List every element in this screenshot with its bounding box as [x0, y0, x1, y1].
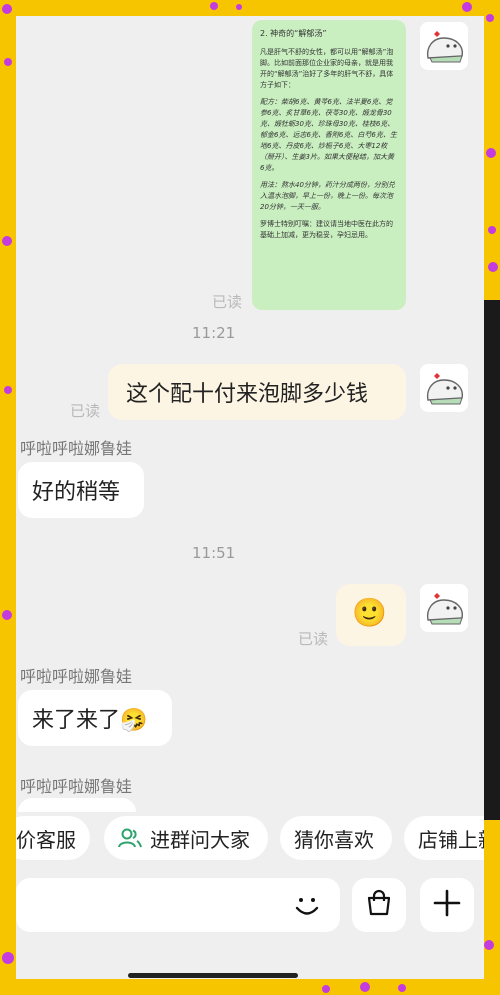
chip-join-group[interactable]: 进群问大家: [104, 816, 268, 860]
chip-guess-you-like[interactable]: 猜你喜欢: [280, 816, 392, 860]
decor-dot: [2, 952, 14, 964]
input-bar: [16, 878, 484, 934]
outgoing-emoji-message[interactable]: 🙂: [336, 584, 406, 646]
more-button[interactable]: [420, 878, 474, 932]
shopping-bag-icon: [364, 888, 394, 922]
doc-formula: 配方：柴胡6克、黄芩6克、法半夏6克、党参6克、炙甘草6克、茯苓30克、煅龙骨3…: [260, 98, 397, 172]
decor-dot: [322, 985, 330, 993]
timestamp: 11:51: [192, 544, 236, 562]
message-input[interactable]: [16, 878, 340, 932]
chip-label: 价客服: [16, 827, 76, 852]
chat-screen: 2. 神奇的“解郁汤” 凡是肝气不舒的女性，都可以用“解郁汤”泡脚。比如前面那位…: [16, 16, 484, 979]
decor-dot: [486, 14, 494, 22]
sender-name: 呼啦呼啦娜鲁娃: [20, 777, 133, 796]
decor-dot: [462, 2, 472, 12]
incoming-message-partial[interactable]: [18, 798, 136, 812]
decor-dot: [488, 262, 498, 272]
quick-actions-row: 价客服 进群问大家 猜你喜欢 店铺上新: [16, 816, 484, 862]
read-receipt: 已读: [298, 630, 329, 648]
read-receipt: 已读: [212, 293, 243, 311]
group-icon: [118, 827, 142, 849]
decor-dot: [210, 2, 218, 10]
timestamp: 11:21: [192, 324, 236, 342]
decor-dot: [2, 236, 12, 246]
incoming-message[interactable]: 好的稍等: [18, 462, 144, 518]
decor-dot: [236, 4, 242, 10]
decor-dot: [488, 226, 496, 234]
chip-label: 店铺上新: [418, 827, 484, 852]
chip-label: 进群问大家: [150, 827, 250, 852]
message-text: 这个配十付来泡脚多少钱: [126, 382, 369, 407]
sender-name: 呼啦呼啦娜鲁娃: [20, 439, 133, 458]
outgoing-message[interactable]: 这个配十付来泡脚多少钱: [108, 364, 406, 420]
sender-name: 呼啦呼啦娜鲁娃: [20, 667, 133, 686]
decor-dot: [360, 982, 370, 992]
decor-dot: [398, 984, 406, 992]
document-image-message[interactable]: 2. 神奇的“解郁汤” 凡是肝气不舒的女性，都可以用“解郁汤”泡脚。比如前面那位…: [252, 20, 406, 310]
decor-dot: [4, 58, 12, 66]
doc-title: 2. 神奇的“解郁汤”: [260, 29, 327, 38]
home-indicator: [128, 973, 298, 978]
message-text: 好的稍等: [32, 480, 121, 505]
doc-intro: 凡是肝气不舒的女性，都可以用“解郁汤”泡脚。比如前面那位企业家的母亲，就是用我开…: [260, 48, 394, 89]
my-avatar[interactable]: [420, 22, 468, 70]
smile-icon[interactable]: [292, 891, 322, 925]
incoming-message[interactable]: 来了来了🤧: [18, 690, 172, 746]
my-avatar[interactable]: [420, 584, 468, 632]
decor-dot: [2, 610, 12, 620]
smile-emoji: 🙂: [352, 596, 387, 629]
plus-icon: [433, 889, 461, 921]
chip-customer-service[interactable]: 价客服: [16, 816, 90, 860]
background-object: [484, 300, 500, 820]
chip-store-new[interactable]: 店铺上新: [404, 816, 484, 860]
decor-dot: [486, 148, 496, 158]
decor-dot: [4, 386, 12, 394]
shop-button[interactable]: [352, 878, 406, 932]
decor-dot: [484, 940, 494, 950]
my-avatar[interactable]: [420, 364, 468, 412]
chip-label: 猜你喜欢: [294, 827, 374, 852]
doc-note: 罗博士特别叮嘱：建议请当地中医在此方的基础上加减，更为稳妥，孕妇忌用。: [260, 220, 393, 239]
message-text: 来了来了🤧: [32, 708, 148, 733]
read-receipt: 已读: [70, 402, 101, 420]
decor-dot: [2, 4, 12, 14]
doc-usage: 用法：熬水40分钟，药汁分成两份，分别兑入温水泡脚，早上一份，晚上一份。每次泡2…: [260, 181, 395, 211]
